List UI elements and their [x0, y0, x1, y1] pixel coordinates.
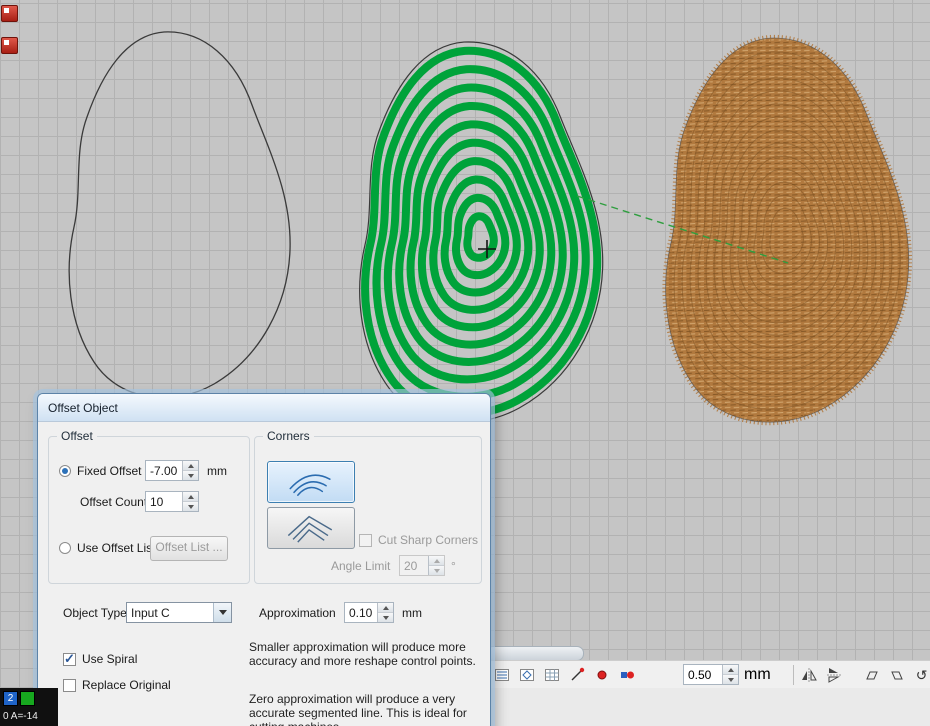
- dialog-title: Offset Object: [38, 401, 118, 415]
- spin-down-icon[interactable]: [378, 613, 393, 622]
- outline-shape[interactable]: [69, 32, 290, 398]
- horizontal-scrollbar[interactable]: [486, 646, 584, 661]
- offset-group: Offset Fixed Offset -7.00 mm Offset Coun…: [48, 436, 250, 584]
- replace-original-label: Replace Original: [82, 678, 171, 692]
- palette-swatch-selected[interactable]: 2: [3, 691, 18, 706]
- spin-up-icon[interactable]: [183, 492, 198, 502]
- replace-original-checkbox[interactable]: Replace Original: [63, 678, 171, 692]
- stitched-shape[interactable]: [666, 38, 909, 422]
- mirror-vertical-icon[interactable]: [824, 665, 844, 685]
- outline-width-value[interactable]: 0.50: [684, 665, 722, 684]
- cut-sharp-corners-checkbox[interactable]: Cut Sharp Corners: [359, 533, 478, 547]
- corners-group-label: Corners: [263, 429, 314, 443]
- palette-swatch-green[interactable]: [20, 691, 35, 706]
- offset-count-spinbox[interactable]: 10: [145, 491, 199, 512]
- approximation-help-text: Smaller approximation will produce more …: [249, 640, 477, 668]
- stitch-angle-icon[interactable]: [567, 665, 587, 685]
- checkbox-icon[interactable]: [63, 679, 76, 692]
- outline-width-unit: mm: [744, 666, 771, 684]
- color-node-icon[interactable]: [617, 665, 637, 685]
- checkbox-icon[interactable]: [63, 653, 76, 666]
- fixed-offset-radio[interactable]: Fixed Offset: [59, 464, 141, 478]
- application-window: { "colors": { "canvas_bg": "#c5c5c5", "g…: [0, 0, 930, 726]
- outline-width-spinbox[interactable]: 0.50: [683, 664, 739, 685]
- use-offset-list-label: Use Offset List: [77, 541, 155, 555]
- grid-icon[interactable]: [542, 665, 562, 685]
- offset-count-label: Offset Count: [80, 495, 147, 509]
- radio-icon[interactable]: [59, 542, 71, 554]
- left-toolbar-icon[interactable]: [1, 37, 18, 54]
- spin-down-icon: [429, 566, 444, 575]
- chevron-down-icon[interactable]: [213, 603, 231, 622]
- left-toolbar-icon[interactable]: [1, 5, 18, 22]
- angle-limit-value: 20: [400, 556, 428, 575]
- color-palette: 2: [3, 691, 35, 706]
- entry-point-icon[interactable]: [592, 665, 612, 685]
- offset-object-dialog: Offset Object Offset Fixed Offset -7.00 …: [37, 393, 491, 726]
- sharp-corner-icon: [272, 511, 350, 545]
- fixed-offset-unit: mm: [207, 464, 227, 478]
- fixed-offset-value[interactable]: -7.00: [146, 461, 182, 480]
- status-bar: 2 0 A=-14: [0, 688, 58, 726]
- angle-limit-spinbox: 20: [399, 555, 445, 576]
- angle-limit-unit: °: [451, 559, 456, 573]
- approximation-unit: mm: [402, 606, 422, 620]
- mirror-horizontal-icon[interactable]: [799, 665, 819, 685]
- radio-icon[interactable]: [59, 465, 71, 477]
- dialog-titlebar[interactable]: Offset Object: [38, 394, 490, 422]
- offset-group-label: Offset: [57, 429, 97, 443]
- skew-vertical-icon[interactable]: [887, 665, 907, 685]
- spin-down-icon[interactable]: [723, 675, 738, 684]
- use-spiral-label: Use Spiral: [82, 652, 137, 666]
- angle-limit-label: Angle Limit: [331, 559, 390, 573]
- fixed-offset-spinbox[interactable]: -7.00: [145, 460, 199, 481]
- skew-horizontal-icon[interactable]: [862, 665, 882, 685]
- offset-result-shape[interactable]: [360, 42, 603, 422]
- spin-up-icon: [429, 556, 444, 566]
- cut-sharp-corners-label: Cut Sharp Corners: [378, 533, 478, 547]
- spin-down-icon[interactable]: [183, 502, 198, 511]
- approximation-spinbox[interactable]: 0.10: [344, 602, 394, 623]
- offset-list-button[interactable]: Offset List ...: [150, 536, 228, 561]
- use-spiral-checkbox[interactable]: Use Spiral: [63, 652, 137, 666]
- rotate-left-icon[interactable]: ↺: [912, 665, 930, 685]
- pattern-fill-icon[interactable]: [492, 665, 512, 685]
- corner-style-sharp-button[interactable]: [267, 507, 355, 549]
- object-type-value: Input C: [127, 603, 213, 622]
- corners-group: Corners Cu: [254, 436, 482, 584]
- zero-approximation-help-text: Zero approximation will produce a very a…: [249, 692, 477, 726]
- offset-count-value[interactable]: 10: [146, 492, 182, 511]
- round-corner-icon: [272, 465, 350, 499]
- checkbox-icon[interactable]: [359, 534, 372, 547]
- green-offset-rings: [365, 51, 597, 414]
- approximation-label: Approximation: [259, 606, 336, 620]
- motif-fill-icon[interactable]: [517, 665, 537, 685]
- corner-style-round-button[interactable]: [267, 461, 355, 503]
- use-offset-list-radio[interactable]: Use Offset List: [59, 541, 155, 555]
- spin-up-icon[interactable]: [723, 665, 738, 675]
- spin-up-icon[interactable]: [183, 461, 198, 471]
- dialog-body: Offset Fixed Offset -7.00 mm Offset Coun…: [38, 422, 490, 726]
- object-type-dropdown[interactable]: Input C: [126, 602, 232, 623]
- window-bottom-area: [486, 688, 930, 726]
- approximation-value[interactable]: 0.10: [345, 603, 377, 622]
- toolbar-separator: [793, 665, 794, 685]
- spin-up-icon[interactable]: [378, 603, 393, 613]
- status-text: 0 A=-14: [3, 711, 38, 722]
- fixed-offset-label: Fixed Offset: [77, 464, 141, 478]
- bottom-toolbar: 0.50 mm ↺ ↻: [486, 660, 930, 688]
- object-type-label: Object Type: [63, 606, 127, 620]
- spin-down-icon[interactable]: [183, 471, 198, 480]
